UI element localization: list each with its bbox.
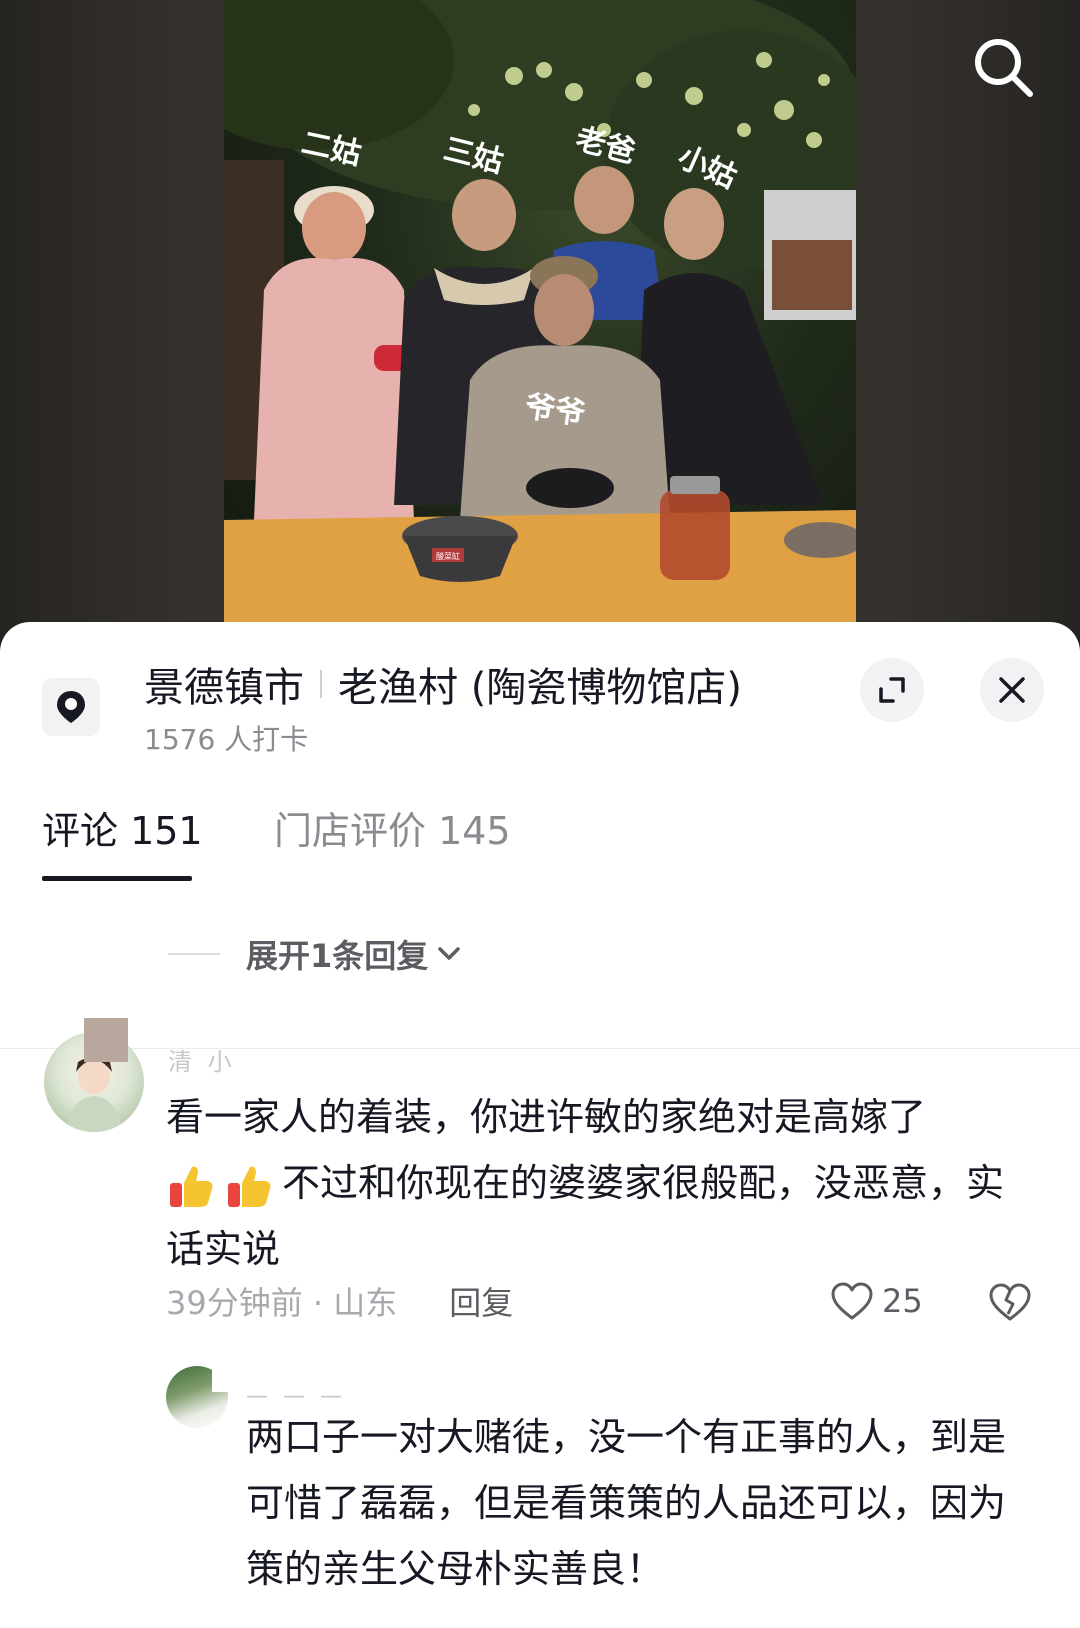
heart-icon: [831, 1282, 873, 1320]
photo-illustration: 酸菜缸 二姑 三姑 老爸 小姑 爷爷: [224, 0, 856, 624]
thumbs-up-icon: [170, 1166, 213, 1207]
comment-text-part1: 看一家人的着装，你进许敏的家绝对是高嫁了: [166, 1095, 927, 1139]
tab-active-indicator: [42, 876, 192, 881]
close-button[interactable]: [980, 658, 1044, 722]
username[interactable]: 清 小: [168, 1042, 236, 1077]
search-icon: [975, 39, 1033, 97]
family-photo[interactable]: 酸菜缸 二姑 三姑 老爸 小姑 爷爷: [224, 0, 856, 624]
expand-icon: [879, 677, 905, 703]
search-button[interactable]: [970, 34, 1036, 100]
location-separator: [320, 670, 322, 698]
expand-replies-text: 展开1条回复: [246, 937, 429, 975]
dislike-button[interactable]: [988, 1282, 1032, 1326]
comments-sheet: 景德镇市 老渔村 (陶瓷博物馆店) 1576 人打卡 评论 151 门店评价 1…: [0, 622, 1080, 1628]
tab-comments[interactable]: 评论 151: [42, 800, 203, 855]
close-icon: [999, 677, 1025, 703]
expand-line: [168, 953, 220, 955]
reply-text: 两口子一对大赌徒，没一个有正事的人，到是可惜了磊磊，但是看策策的人品还可以，因为…: [246, 1404, 1036, 1602]
reply-avatar-mosaic: [212, 1358, 236, 1392]
tabs-divider: [0, 1048, 1080, 1049]
expand-button[interactable]: [860, 658, 924, 722]
checkin-count: 1576 人打卡: [144, 723, 309, 756]
chevron-down-icon: [438, 947, 461, 960]
tab-store-reviews[interactable]: 门店评价 145: [274, 800, 511, 855]
like-button[interactable]: 25: [830, 1276, 923, 1326]
like-count: 25: [882, 1282, 923, 1320]
broken-heart-icon: [989, 1283, 1031, 1321]
location-city: 景德镇市: [144, 665, 304, 711]
avatar-mosaic: [84, 1018, 128, 1062]
location-title[interactable]: 景德镇市 老渔村 (陶瓷博物馆店): [144, 656, 742, 712]
tab-bar: 评论 151 门店评价 145: [0, 782, 1080, 1049]
comment-text: 看一家人的着装，你进许敏的家绝对是高嫁了 不过和你现在的婆婆家很般配，没恶意，实…: [166, 1084, 1036, 1282]
reply-button[interactable]: 回复: [449, 1278, 513, 1324]
comment-time-region: 39分钟前 · 山东: [166, 1284, 398, 1322]
comment-meta: 39分钟前 · 山东 回复 25: [166, 1276, 1066, 1326]
pot-sign: 酸菜缸: [436, 551, 460, 561]
expand-replies[interactable]: 展开1条回复: [168, 926, 462, 982]
comment-text-part2: 不过和你现在的婆婆家很般配，没恶意，实话实说: [166, 1161, 1005, 1271]
location-name: 老渔村 (陶瓷博物馆店): [338, 665, 742, 711]
location-icon: [42, 678, 100, 736]
thumbs-up-icon: [228, 1166, 271, 1207]
reply-text-body: 两口子一对大赌徒，没一个有正事的人，到是可惜了磊磊，但是看策策的人品还可以，因为…: [246, 1415, 1007, 1591]
